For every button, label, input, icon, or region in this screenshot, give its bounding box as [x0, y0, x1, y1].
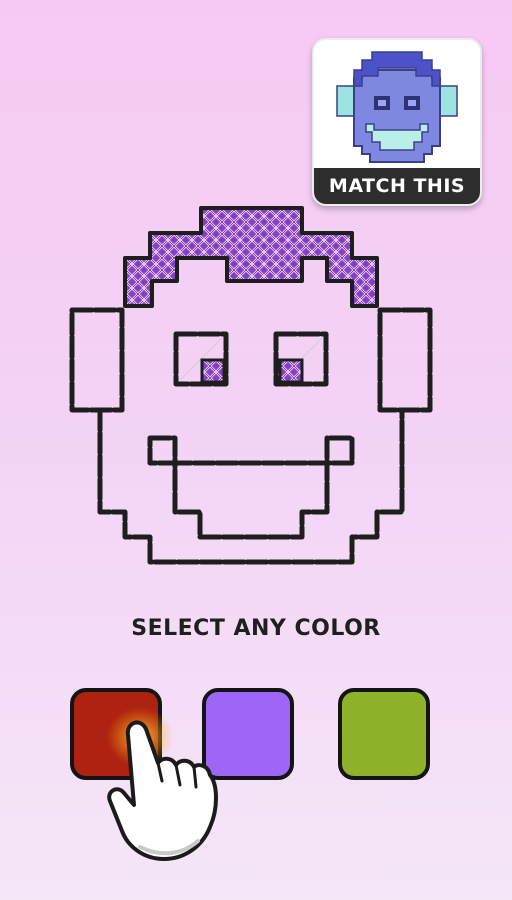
stitch-canvas[interactable]	[0, 0, 512, 600]
hair-stitched-region	[123, 206, 379, 308]
right-pupil-stitched	[278, 358, 304, 384]
left-pupil-stitched	[200, 358, 226, 384]
select-color-title: SELECT ANY COLOR	[131, 616, 381, 641]
face-outline	[69, 307, 433, 565]
swatch-green[interactable]	[338, 688, 430, 780]
hand-pointer-icon	[106, 707, 218, 861]
